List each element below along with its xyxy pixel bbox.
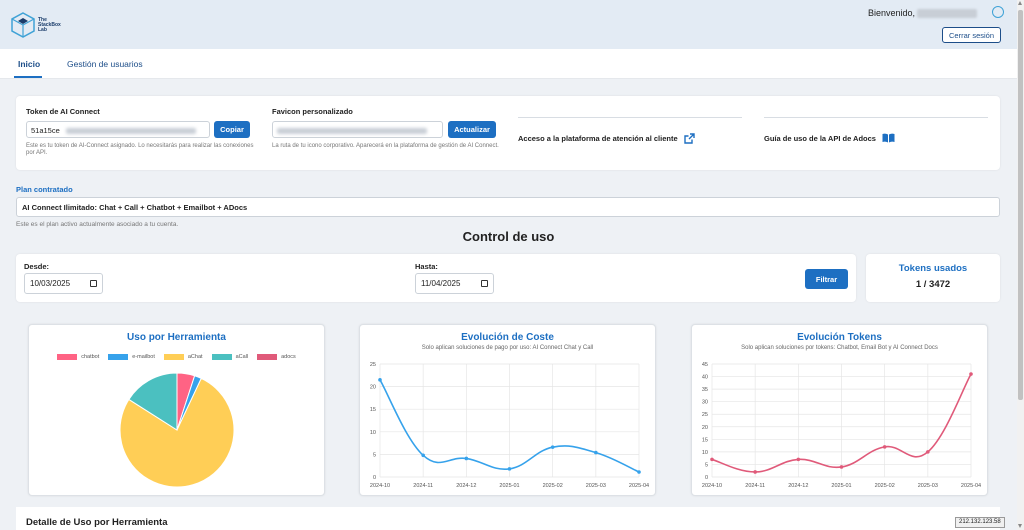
user-name-redacted <box>917 8 977 18</box>
data-point[interactable] <box>969 372 973 376</box>
y-tick-label: 0 <box>705 475 708 481</box>
data-point[interactable] <box>926 450 930 454</box>
ip-badge: 212.132.123.58 <box>955 517 1005 528</box>
data-point[interactable] <box>882 445 887 449</box>
x-tick-label: 2024-10 <box>370 483 390 489</box>
welcome-text: Bienvenido, <box>868 8 977 18</box>
token-label: Token de AI Connect <box>26 107 100 116</box>
x-tick-label: 2025-04 <box>961 483 981 489</box>
plan-label: Plan contratado <box>16 185 73 194</box>
token-input[interactable]: 51a15ce <box>26 121 210 138</box>
from-date-input[interactable]: 10/03/2025 <box>24 273 103 294</box>
y-tick-label: 20 <box>370 385 376 391</box>
copy-token-button[interactable]: Copiar <box>214 121 250 138</box>
x-tick-label: 2025-02 <box>875 483 895 489</box>
plan-value: AI Connect Ilimitado: Chat + Call + Chat… <box>16 197 1000 217</box>
data-point[interactable] <box>464 456 469 461</box>
data-point[interactable] <box>378 378 382 382</box>
logo-text: The StackBox Lab <box>38 16 61 33</box>
customer-platform-link[interactable]: Acceso a la plataforma de atención al cl… <box>518 133 695 144</box>
x-tick-label: 2025-01 <box>831 483 851 489</box>
y-tick-label: 5 <box>373 452 376 458</box>
to-label: Hasta: <box>415 262 438 271</box>
data-point[interactable] <box>421 453 425 458</box>
cube-logo-icon <box>11 12 35 38</box>
tokens-used-value: 1 / 3472 <box>915 279 951 290</box>
y-tick-label: 45 <box>702 362 708 368</box>
y-tick-label: 35 <box>702 387 708 393</box>
plan-help: Este es el plan activo actualmente asoci… <box>16 221 179 228</box>
calendar-icon <box>481 280 488 287</box>
data-point[interactable] <box>796 457 801 462</box>
logo[interactable]: The StackBox Lab <box>11 11 81 39</box>
y-tick-label: 5 <box>705 462 708 468</box>
tokens-line-chart: 0 5 10 15 20 25 30 35 40 45 2024-10 2024-11 2024-12 2… <box>702 362 981 489</box>
api-guide-link[interactable]: Guía de uso de la API de Adocs <box>764 133 895 143</box>
x-tick-label: 2025-02 <box>543 483 563 489</box>
book-icon <box>882 133 895 143</box>
favicon-url-redacted <box>277 128 427 135</box>
y-tick-label: 25 <box>370 362 376 368</box>
tab-inicio[interactable]: Inicio <box>18 59 40 69</box>
tab-gestion-usuarios[interactable]: Gestión de usuarios <box>67 59 143 69</box>
data-point[interactable] <box>710 457 714 462</box>
favicon-input[interactable] <box>272 121 443 138</box>
x-tick-label: 2025-01 <box>499 483 519 489</box>
data-point[interactable] <box>753 470 757 474</box>
y-tick-label: 15 <box>370 407 376 413</box>
y-tick-label: 0 <box>373 475 376 481</box>
divider <box>518 117 742 118</box>
favicon-help: La ruta de tu icono corporativo. Aparece… <box>272 143 499 149</box>
data-point[interactable] <box>550 445 555 449</box>
config-card: Token de AI Connect 51a15ce Copiar Este … <box>16 96 1000 170</box>
x-tick-label: 2025-03 <box>586 483 606 489</box>
cost-chart-card: Evolución de Coste Solo aplican solucion… <box>359 324 656 496</box>
x-tick-label: 2025-03 <box>918 483 938 489</box>
detail-title: Detalle de Uso por Herramienta <box>26 517 168 528</box>
y-tick-label: 25 <box>702 412 708 418</box>
y-tick-label: 10 <box>370 430 376 436</box>
update-favicon-button[interactable]: Actualizar <box>448 121 496 138</box>
profile-icon[interactable] <box>992 6 1004 18</box>
usage-section-title: Control de uso <box>462 229 555 244</box>
active-tab-indicator <box>14 76 42 78</box>
y-tick-label: 30 <box>702 400 708 406</box>
tokens-chart-card: Evolución Tokens Solo aplican soluciones… <box>691 324 988 496</box>
scroll-up-icon[interactable] <box>1018 1 1022 5</box>
external-link-icon <box>683 133 695 144</box>
x-tick-label: 2024-12 <box>456 483 476 489</box>
y-tick-label: 10 <box>702 450 708 456</box>
cost-line-chart: 0 5 10 15 20 25 2024-10 2024-11 2024-12 2025-01 20… <box>370 362 649 489</box>
y-tick-label: 15 <box>702 437 708 443</box>
to-date-input[interactable]: 11/04/2025 <box>415 273 494 294</box>
token-redacted <box>65 128 196 135</box>
top-header: The StackBox Lab Bienvenido, Cerrar sesi… <box>0 0 1017 49</box>
data-point[interactable] <box>839 465 844 469</box>
y-tick-label: 40 <box>702 375 708 381</box>
x-tick-label: 2024-11 <box>745 483 765 489</box>
x-tick-label: 2025-04 <box>629 483 649 489</box>
main-tabs: Inicio Gestión de usuarios <box>0 49 1017 79</box>
scrollbar-thumb[interactable] <box>1018 10 1023 400</box>
date-filter-card: Desde: 10/03/2025 Hasta: 11/04/2025 Filt… <box>16 254 856 302</box>
x-tick-label: 2024-10 <box>702 483 722 489</box>
calendar-icon <box>90 280 97 287</box>
scroll-down-icon[interactable] <box>1018 524 1022 528</box>
y-tick-label: 20 <box>702 425 708 431</box>
usage-pie-chart <box>119 372 235 488</box>
tokens-used-card <box>866 254 1000 302</box>
logout-button[interactable]: Cerrar sesión <box>941 27 1001 43</box>
x-tick-label: 2024-11 <box>413 483 433 489</box>
pie-chart-card: Uso por Herramienta chatbot e-mailbot aCha… <box>28 324 325 496</box>
data-point[interactable] <box>594 450 598 455</box>
x-tick-label: 2024-12 <box>788 483 808 489</box>
data-point[interactable] <box>507 467 512 471</box>
tokens-used-title: Tokens usados <box>898 263 968 274</box>
filter-button[interactable]: Filtrar <box>805 269 848 289</box>
from-label: Desde: <box>24 262 50 271</box>
data-point[interactable] <box>637 470 641 474</box>
divider <box>764 117 988 118</box>
favicon-label: Favicon personalizado <box>272 107 353 116</box>
token-help: Este es tu token de AI-Connect asignado.… <box>26 143 254 156</box>
